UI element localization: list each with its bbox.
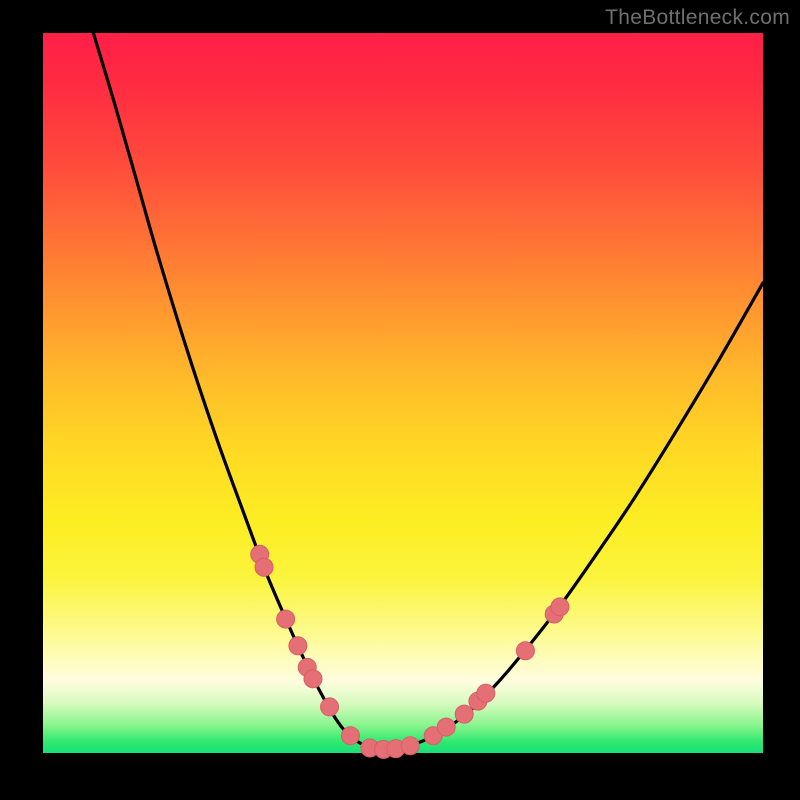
chart-stage: TheBottleneck.com: [0, 0, 800, 800]
bottleneck-curve: [93, 33, 763, 749]
data-marker: [455, 705, 473, 723]
data-marker: [551, 598, 569, 616]
data-marker: [516, 642, 534, 660]
data-marker: [401, 737, 419, 755]
curve-layer: [43, 33, 763, 753]
data-markers: [251, 545, 569, 758]
data-marker: [277, 610, 295, 628]
watermark-text: TheBottleneck.com: [605, 6, 790, 30]
data-marker: [437, 718, 455, 736]
data-marker: [304, 670, 322, 688]
data-marker: [321, 698, 339, 716]
data-marker: [341, 727, 359, 745]
plot-area: [43, 33, 763, 753]
data-marker: [255, 558, 273, 576]
data-marker: [477, 684, 495, 702]
data-marker: [289, 637, 307, 655]
